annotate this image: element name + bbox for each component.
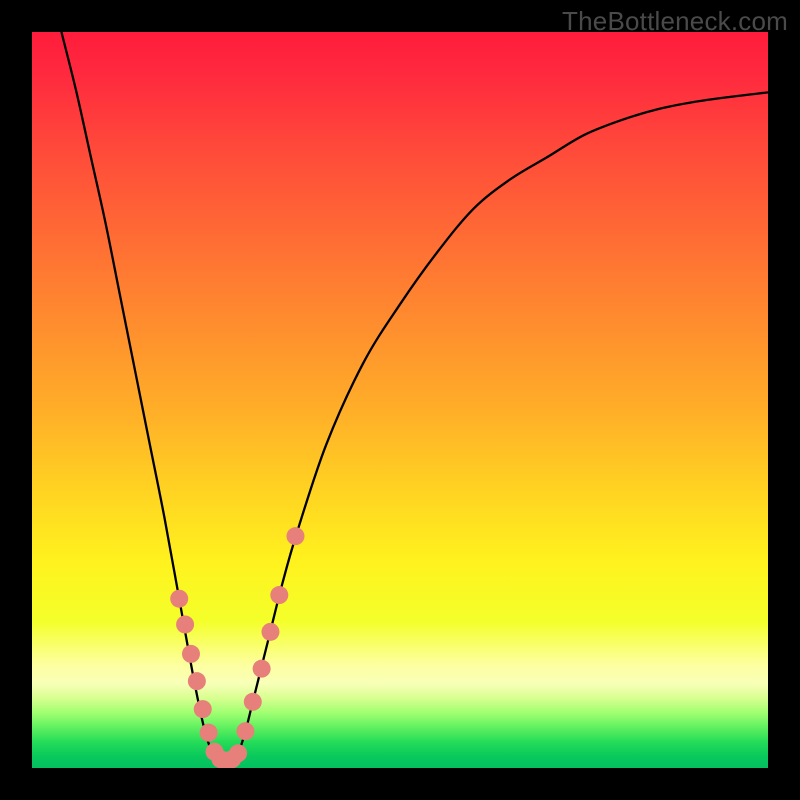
curve-marker [182,645,200,663]
plot-area [32,32,768,768]
watermark-text: TheBottleneck.com [562,6,788,37]
curve-marker [270,586,288,604]
curve-layer [32,32,768,768]
curve-marker [253,660,271,678]
curve-marker [170,590,188,608]
curve-marker [244,693,262,711]
curve-marker [176,615,194,633]
curve-marker [236,722,254,740]
curve-marker [229,744,247,762]
curve-marker [286,527,304,545]
curve-marker [194,700,212,718]
chart-frame: TheBottleneck.com [0,0,800,800]
curve-marker [188,672,206,690]
bottleneck-curve [61,32,768,763]
curve-marker [261,623,279,641]
curve-markers [170,527,304,768]
curve-marker [200,724,218,742]
